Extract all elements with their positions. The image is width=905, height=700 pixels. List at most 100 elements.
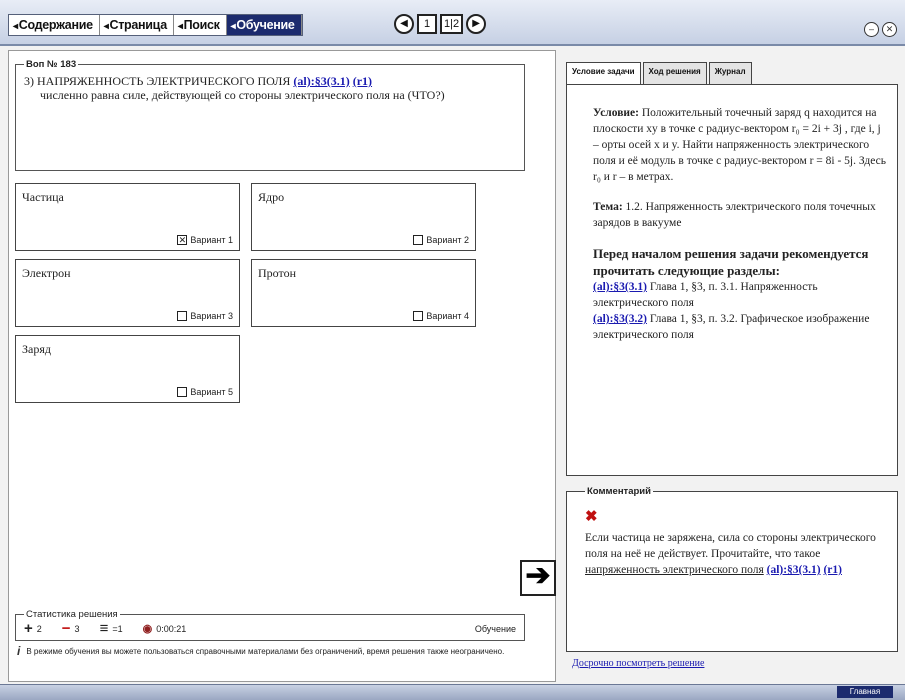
solution-stats: Статистика решения +2 −3 ≡ =1 ◉ 0:00:21 Об… bbox=[15, 609, 525, 641]
question-ref-link-2[interactable]: (r1) bbox=[353, 74, 372, 88]
next-page-icon[interactable]: ▶ bbox=[466, 14, 487, 34]
menu-search-label: Поиск bbox=[183, 18, 220, 32]
stats-legend: Статистика решения bbox=[26, 609, 118, 620]
recommend-heading: Перед началом решения задачи рекомендует… bbox=[593, 246, 869, 278]
checkbox-icon bbox=[177, 387, 188, 397]
answer-option-4[interactable]: Протон Вариант 4 bbox=[251, 259, 476, 327]
stat-mode: Обучение bbox=[474, 624, 516, 634]
stat-wrong-value: 3 bbox=[74, 624, 80, 634]
pager: ◀ 1 1|2 ▶ bbox=[394, 14, 487, 34]
prev-page-icon[interactable]: ◀ bbox=[394, 14, 414, 34]
page-2-button[interactable]: 1|2 bbox=[440, 14, 464, 34]
question-number: Воп № 183 bbox=[26, 59, 77, 70]
option-variant: Вариант 4 bbox=[426, 311, 469, 321]
menu-contents[interactable]: ◂Содержание bbox=[9, 15, 100, 35]
arrow-right-icon: ➔ bbox=[525, 559, 551, 592]
option-label: Ядро bbox=[258, 190, 285, 204]
top-toolbar: ◂Содержание ◂Страница ◂Поиск ◂Обучение ◀… bbox=[0, 0, 905, 46]
checkbox-icon bbox=[413, 311, 424, 321]
topic-text: 1.2. Напряженность электрического поля т… bbox=[593, 201, 876, 229]
topic-label: Тема: bbox=[593, 201, 623, 213]
answer-option-5[interactable]: Заряд Вариант 5 bbox=[15, 335, 240, 403]
stat-equal-value: =1 bbox=[112, 624, 123, 634]
tab-solution-steps[interactable]: Ход решения bbox=[642, 62, 707, 84]
main-menu: ◂Содержание ◂Страница ◂Поиск ◂Обучение bbox=[8, 14, 303, 36]
stat-time-value: 0:00:21 bbox=[156, 624, 187, 634]
reference-2: (al):§3(3.2) Глава 1, §3, п. 3.2. Графич… bbox=[593, 311, 887, 343]
tab-condition[interactable]: Условие задачи bbox=[566, 62, 641, 84]
option-variant: Вариант 1 bbox=[190, 235, 233, 245]
option-checkbox[interactable]: Вариант 2 bbox=[413, 235, 469, 245]
window-controls: – ✕ bbox=[864, 22, 897, 37]
answer-option-1[interactable]: Частица ✕ Вариант 1 bbox=[15, 183, 240, 251]
bottom-bar bbox=[0, 684, 905, 700]
question-ref-link[interactable]: (al):§3(3.1) bbox=[293, 74, 349, 88]
option-variant: Вариант 5 bbox=[190, 387, 233, 397]
task-tabs: Условие задачи Ход решения Журнал bbox=[566, 62, 752, 84]
comment-ref-link[interactable]: (al):§3(3.1) bbox=[767, 564, 821, 576]
menu-search[interactable]: ◂Поиск bbox=[174, 15, 227, 35]
comment-box: Комментарий ✖ Если частица не заряжена, … bbox=[566, 486, 898, 652]
home-button[interactable]: Главная bbox=[837, 686, 893, 698]
question-text: численно равна силе, действующей со стор… bbox=[40, 88, 445, 102]
option-checkbox[interactable]: Вариант 4 bbox=[413, 311, 469, 321]
menu-page[interactable]: ◂Страница bbox=[100, 15, 174, 35]
comment-text: Если частица не заряжена, сила со сторон… bbox=[585, 530, 889, 578]
plus-icon: + bbox=[24, 620, 33, 637]
option-label: Электрон bbox=[22, 266, 71, 280]
close-icon[interactable]: ✕ bbox=[882, 22, 897, 37]
menu-marker-icon: ◂ bbox=[230, 21, 236, 32]
stat-equal: ≡ =1 bbox=[99, 620, 123, 637]
comment-legend: Комментарий bbox=[587, 486, 651, 497]
menu-marker-icon: ◂ bbox=[13, 21, 18, 32]
option-checkbox[interactable]: ✕ Вариант 1 bbox=[177, 235, 233, 245]
task-topic: Тема: 1.2. Напряженность электрического … bbox=[593, 199, 887, 231]
menu-training-label: Обучение bbox=[236, 18, 295, 32]
checkbox-icon bbox=[177, 311, 188, 321]
condition-label: Условие: bbox=[593, 107, 639, 119]
comment-body: Если частица не заряжена, сила со сторон… bbox=[585, 532, 876, 560]
wrong-answer-icon: ✖ bbox=[585, 509, 598, 525]
clock-icon: ◉ bbox=[142, 623, 153, 635]
minus-icon: − bbox=[61, 620, 71, 637]
stats-row: +2 −3 ≡ =1 ◉ 0:00:21 Обучение bbox=[24, 620, 516, 638]
stat-correct: +2 bbox=[24, 620, 42, 637]
comment-ref-link-2[interactable]: (r1) bbox=[823, 564, 842, 576]
stat-time: ◉ 0:00:21 bbox=[143, 622, 187, 636]
menu-contents-label: Содержание bbox=[18, 18, 93, 32]
stat-correct-value: 2 bbox=[36, 624, 42, 634]
checkbox-icon bbox=[413, 235, 424, 245]
comment-link-text[interactable]: напряженность электрического поля bbox=[585, 564, 764, 576]
task-panel: Условие: Положительный точечный заряд q … bbox=[566, 84, 898, 476]
answer-option-3[interactable]: Электрон Вариант 3 bbox=[15, 259, 240, 327]
option-label: Протон bbox=[258, 266, 297, 280]
option-label: Частица bbox=[22, 190, 64, 204]
answer-option-2[interactable]: Ядро Вариант 2 bbox=[251, 183, 476, 251]
menu-marker-icon: ◂ bbox=[103, 21, 109, 32]
question-title-text: 3) НАПРЯЖЕННОСТЬ ЭЛЕКТРИЧЕСКОГО ПОЛЯ bbox=[24, 74, 291, 88]
checkbox-checked-icon: ✕ bbox=[177, 235, 188, 245]
reference-1-link[interactable]: (al):§3(3.1) bbox=[593, 281, 647, 293]
tab-journal[interactable]: Журнал bbox=[708, 62, 752, 84]
option-variant: Вариант 3 bbox=[190, 311, 233, 321]
menu-marker-icon: ◂ bbox=[177, 21, 183, 32]
page-1-button[interactable]: 1 bbox=[417, 14, 437, 34]
minimize-icon[interactable]: – bbox=[864, 22, 879, 37]
option-variant: Вариант 2 bbox=[426, 235, 469, 245]
option-checkbox[interactable]: Вариант 5 bbox=[177, 387, 233, 397]
mode-note-text: В режиме обучения вы можете пользоваться… bbox=[26, 647, 505, 656]
reference-1: (al):§3(3.1) Глава 1, §3, п. 3.1. Напряж… bbox=[593, 279, 887, 311]
question-title: 3) НАПРЯЖЕННОСТЬ ЭЛЕКТРИЧЕСКОГО ПОЛЯ (al… bbox=[24, 74, 516, 88]
mode-note: i В режиме обучения вы можете пользовать… bbox=[17, 644, 527, 658]
stat-wrong: −3 bbox=[61, 620, 80, 637]
next-arrow-button[interactable]: ➔ bbox=[520, 560, 556, 596]
question-pane: Воп № 183 3) НАПРЯЖЕННОСТЬ ЭЛЕКТРИЧЕСКОГ… bbox=[8, 50, 556, 682]
task-condition: Условие: Положительный точечный заряд q … bbox=[593, 105, 887, 185]
reference-2-link[interactable]: (al):§3(3.2) bbox=[593, 313, 647, 325]
option-label: Заряд bbox=[22, 342, 51, 356]
info-icon: i bbox=[17, 644, 21, 658]
show-solution-link[interactable]: Досрочно посмотреть решение bbox=[572, 658, 704, 669]
menu-training[interactable]: ◂Обучение bbox=[226, 15, 302, 35]
option-checkbox[interactable]: Вариант 3 bbox=[177, 311, 233, 321]
equals-icon: ≡ bbox=[99, 620, 109, 637]
